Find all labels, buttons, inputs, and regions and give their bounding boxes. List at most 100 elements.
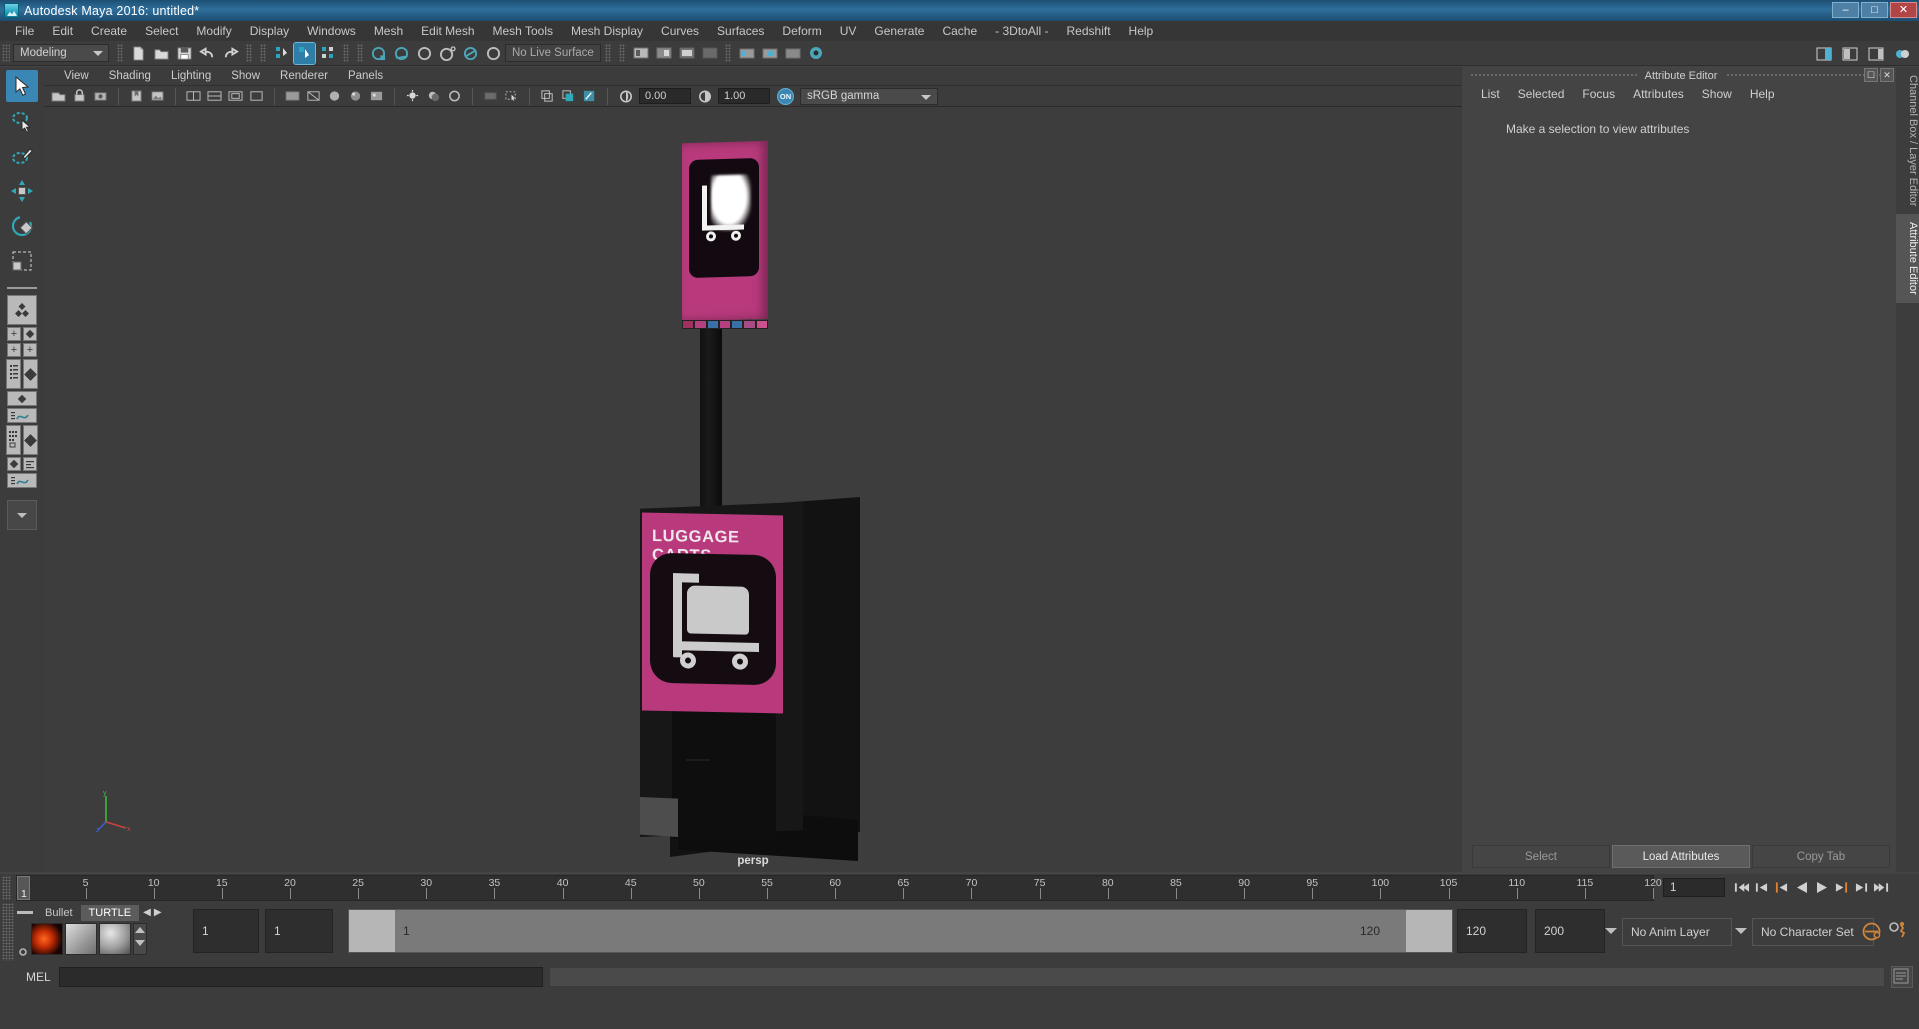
menu-select[interactable]: Select bbox=[136, 22, 187, 40]
select-by-object-icon[interactable] bbox=[293, 41, 316, 65]
anim-layer-selector[interactable]: No Anim Layer bbox=[1622, 918, 1732, 946]
snap-to-projected-center-icon[interactable] bbox=[437, 43, 458, 64]
smooth-shade-all-icon[interactable] bbox=[346, 87, 365, 106]
snap-to-point-icon[interactable] bbox=[414, 43, 435, 64]
step-back-frame-icon[interactable] bbox=[1773, 878, 1790, 897]
toolbar-grip[interactable] bbox=[2, 44, 10, 62]
shaded-textured-icon[interactable] bbox=[367, 87, 386, 106]
turtle-bake-icon[interactable] bbox=[65, 923, 97, 955]
more-layouts-button[interactable] bbox=[7, 500, 37, 530]
smooth-shade-icon[interactable] bbox=[325, 87, 344, 106]
animation-preferences-icon[interactable] bbox=[1888, 921, 1909, 947]
paint-select-tool[interactable] bbox=[6, 140, 38, 172]
turtle-material-icon[interactable] bbox=[99, 923, 131, 955]
film-gate-icon[interactable] bbox=[226, 87, 245, 106]
persp-large-layout[interactable] bbox=[23, 425, 38, 455]
menu-modify[interactable]: Modify bbox=[187, 22, 240, 40]
range-row-grip[interactable] bbox=[2, 903, 14, 961]
lasso-select-tool[interactable] bbox=[6, 105, 38, 137]
bookmarks-icon[interactable] bbox=[127, 87, 146, 106]
xray-icon[interactable] bbox=[559, 87, 578, 106]
snap-to-curve-icon[interactable] bbox=[391, 43, 412, 64]
menu-windows[interactable]: Windows bbox=[298, 22, 365, 40]
multisample-icon[interactable] bbox=[502, 87, 521, 106]
range-start-field[interactable]: 1 bbox=[265, 909, 333, 953]
go-to-start-icon[interactable] bbox=[1733, 878, 1750, 897]
attribute-editor-toggle-icon[interactable] bbox=[1839, 43, 1860, 64]
script-editor-icon[interactable] bbox=[1891, 966, 1913, 988]
chevron-down-icon[interactable] bbox=[1735, 928, 1747, 934]
step-forward-frame-icon[interactable] bbox=[1833, 878, 1850, 897]
select-button[interactable]: Select bbox=[1472, 845, 1610, 868]
make-live-icon[interactable] bbox=[483, 43, 504, 64]
two-pane-layout[interactable]: + bbox=[7, 343, 21, 357]
hypershade-icon[interactable] bbox=[699, 43, 720, 64]
persp-small-layout[interactable] bbox=[7, 457, 21, 471]
menu-mesh-tools[interactable]: Mesh Tools bbox=[484, 22, 562, 40]
shadows-icon[interactable] bbox=[424, 87, 443, 106]
luggage-cart-sign-model[interactable]: LUGGAGE CARTS bbox=[640, 140, 940, 861]
render-view-icon[interactable] bbox=[736, 43, 757, 64]
tab-attribute-editor[interactable]: Attribute Editor bbox=[1896, 214, 1919, 304]
command-input[interactable] bbox=[58, 967, 543, 987]
menu-surfaces[interactable]: Surfaces bbox=[708, 22, 773, 40]
persp-side-layout[interactable] bbox=[23, 327, 37, 341]
exposure-icon[interactable] bbox=[616, 87, 635, 106]
open-scene-icon[interactable] bbox=[151, 43, 172, 64]
menu-set-selector[interactable]: Modeling bbox=[13, 44, 109, 62]
three-pane-layout[interactable]: + bbox=[23, 343, 37, 357]
render-globals-icon[interactable] bbox=[759, 43, 780, 64]
menu-display[interactable]: Display bbox=[241, 22, 298, 40]
command-output-field[interactable] bbox=[548, 967, 1885, 987]
ae-menu-show[interactable]: Show bbox=[1693, 86, 1741, 102]
ae-menu-attributes[interactable]: Attributes bbox=[1624, 86, 1693, 102]
resolution-gate-icon[interactable] bbox=[247, 87, 266, 106]
auto-keyframe-icon[interactable] bbox=[1861, 921, 1882, 947]
two-pane-icon[interactable] bbox=[184, 87, 203, 106]
select-camera-icon[interactable] bbox=[49, 87, 68, 106]
close-icon[interactable]: ✕ bbox=[1880, 68, 1894, 82]
menu-mesh-display[interactable]: Mesh Display bbox=[562, 22, 652, 40]
gate-mask-icon[interactable] bbox=[283, 87, 302, 106]
play-forwards-icon[interactable] bbox=[1813, 878, 1830, 897]
persp-graph-layout[interactable] bbox=[7, 408, 37, 423]
viewport-menu-renderer[interactable]: Renderer bbox=[270, 69, 338, 83]
anim-end-field[interactable]: 200 bbox=[1535, 909, 1605, 953]
chevron-right-icon[interactable]: ▶ bbox=[154, 907, 162, 918]
chevron-down-icon[interactable] bbox=[1605, 928, 1617, 934]
load-attributes-button[interactable]: Load Attributes bbox=[1612, 845, 1750, 868]
persp-only-layout[interactable] bbox=[23, 359, 38, 389]
redo-icon[interactable] bbox=[220, 43, 241, 64]
range-slider-track[interactable]: 1 120 bbox=[348, 909, 1453, 953]
snap-to-grid-icon[interactable] bbox=[368, 43, 389, 64]
shelf-scroll-spinner[interactable] bbox=[133, 923, 147, 955]
move-tool[interactable] bbox=[6, 175, 38, 207]
persp-wide-layout[interactable] bbox=[7, 391, 37, 406]
menu-mesh[interactable]: Mesh bbox=[365, 22, 412, 40]
ipr-render-icon[interactable] bbox=[653, 43, 674, 64]
camera-attributes-icon[interactable] bbox=[91, 87, 110, 106]
selection-manipulator[interactable] bbox=[682, 320, 768, 330]
select-by-component-icon[interactable] bbox=[317, 43, 338, 64]
undock-icon[interactable]: ☐ bbox=[1864, 68, 1878, 82]
grid-toggle-icon[interactable] bbox=[205, 87, 224, 106]
shelf-tab-turtle[interactable]: TURTLE bbox=[80, 904, 140, 921]
step-forward-keyframe-icon[interactable] bbox=[1853, 878, 1870, 897]
menu-redshift[interactable]: Redshift bbox=[1058, 22, 1120, 40]
menu-cache[interactable]: Cache bbox=[933, 22, 986, 40]
viewport-menu-show[interactable]: Show bbox=[221, 69, 270, 83]
shelf-tab-bullet[interactable]: Bullet bbox=[37, 905, 81, 921]
copy-tab-button[interactable]: Copy Tab bbox=[1752, 845, 1890, 868]
save-scene-icon[interactable] bbox=[174, 43, 195, 64]
ae-menu-selected[interactable]: Selected bbox=[1509, 86, 1574, 102]
menu-help[interactable]: Help bbox=[1120, 22, 1163, 40]
color-profile-selector[interactable]: sRGB gamma bbox=[800, 87, 938, 105]
close-button[interactable]: ✕ bbox=[1890, 2, 1917, 18]
current-frame-field[interactable]: 1 bbox=[1663, 878, 1725, 897]
turtle-render-icon[interactable] bbox=[31, 923, 63, 955]
persp-outliner-graph-layout[interactable] bbox=[7, 473, 37, 488]
menu-uv[interactable]: UV bbox=[831, 22, 866, 40]
hypershade-persp-layout[interactable] bbox=[6, 425, 21, 455]
screen-space-ao-icon[interactable] bbox=[445, 87, 464, 106]
go-to-end-icon[interactable] bbox=[1873, 878, 1890, 897]
